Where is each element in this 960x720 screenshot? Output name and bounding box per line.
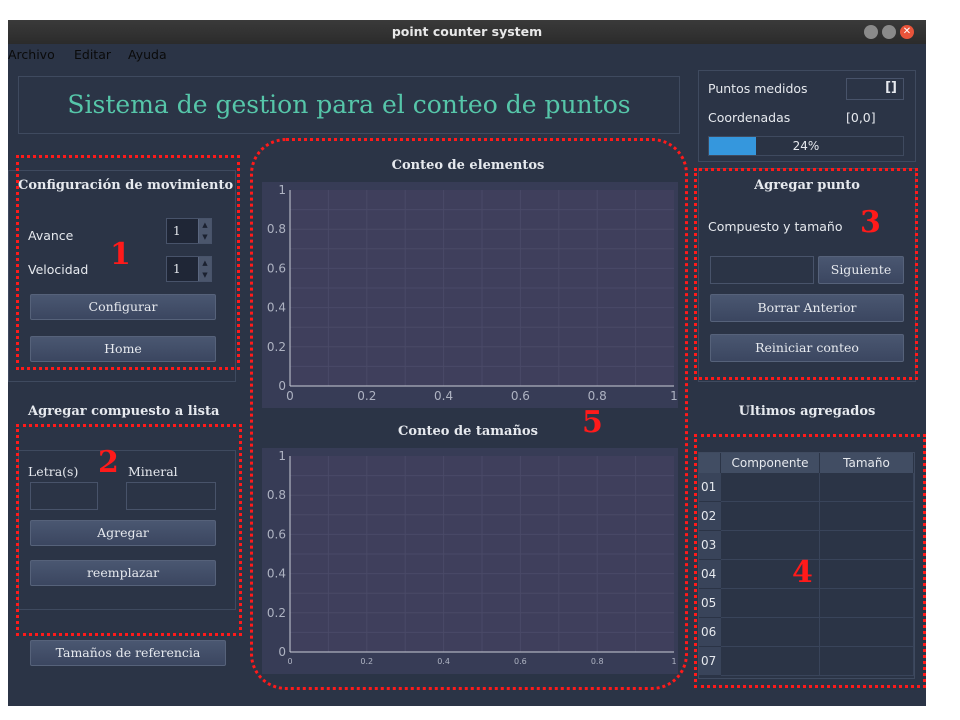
maximize-button[interactable] <box>882 25 896 39</box>
close-icon: ✕ <box>902 26 912 37</box>
puntos-medidos-label: Puntos medidos <box>708 81 808 96</box>
annotation-number-5: 5 <box>582 405 603 440</box>
annotation-box-3 <box>694 168 918 380</box>
menu-archivo[interactable]: Archivo <box>8 47 55 62</box>
menu-editar[interactable]: Editar <box>74 47 111 62</box>
annotation-number-1: 1 <box>110 237 131 272</box>
window-title: point counter system <box>391 24 543 39</box>
puntos-medidos-value: [] <box>885 80 897 95</box>
app-window: point counter system ✕ Archivo Editar Ay… <box>8 20 926 706</box>
menu-ayuda[interactable]: Ayuda <box>128 47 167 62</box>
progress-text: 24% <box>792 139 820 153</box>
minimize-button[interactable] <box>864 25 878 39</box>
annotation-box-5 <box>250 138 688 690</box>
annotation-box-2 <box>16 424 242 636</box>
app-title: Sistema de gestion para el conteo de pun… <box>67 90 631 119</box>
annotation-number-2: 2 <box>98 445 119 480</box>
ultimos-title: Ultimos agregados <box>738 404 876 419</box>
coordenadas-value: [0,0] <box>846 110 876 125</box>
annotation-number-4: 4 <box>792 555 813 590</box>
title-bar: point counter system ✕ <box>8 20 926 44</box>
close-button[interactable]: ✕ <box>900 25 914 39</box>
progress-bar: 24% <box>708 136 904 156</box>
tamanos-referencia-button[interactable]: Tamaños de referencia <box>30 640 226 666</box>
annotation-number-3: 3 <box>860 205 881 240</box>
puntos-medidos-field: [] <box>846 78 904 100</box>
compuesto-title: Agregar compuesto a lista <box>28 404 220 419</box>
coordenadas-label: Coordenadas <box>708 110 791 125</box>
